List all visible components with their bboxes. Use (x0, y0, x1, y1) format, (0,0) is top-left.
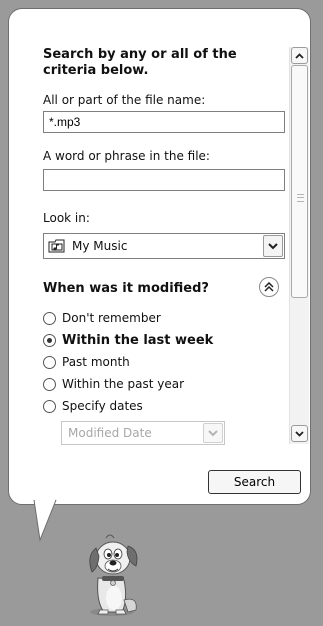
option-label: Specify dates (62, 399, 143, 413)
option-specify-dates[interactable]: Specify dates (43, 397, 143, 415)
option-label: Past month (62, 355, 130, 369)
search-companion-panel: Search by any or all of the criteria bel… (8, 8, 311, 505)
search-criteria-area: Search by any or all of the criteria bel… (35, 33, 309, 445)
filename-input[interactable] (43, 111, 285, 133)
option-dont-remember[interactable]: Don't remember (43, 309, 161, 327)
phrase-label: A word or phrase in the file: (43, 149, 210, 163)
scroll-up-icon[interactable] (291, 47, 308, 64)
option-last-week[interactable]: Within the last week (43, 331, 213, 349)
search-companion-dog-icon[interactable] (78, 526, 148, 618)
lookin-dropdown[interactable]: My Music (43, 233, 285, 259)
speech-bubble-tail (33, 500, 57, 542)
scroll-down-icon[interactable] (291, 425, 308, 442)
folder-music-icon (48, 239, 65, 253)
radio-button-selected[interactable] (43, 333, 56, 347)
option-past-year[interactable]: Within the past year (43, 375, 184, 393)
radio-button[interactable] (43, 311, 56, 325)
modified-date-value: Modified Date (68, 426, 152, 440)
option-label: Within the past year (62, 377, 185, 391)
vertical-scrollbar[interactable] (289, 47, 309, 444)
radio-button[interactable] (43, 399, 56, 413)
search-button[interactable]: Search (208, 470, 301, 494)
chevron-down-icon (203, 423, 223, 443)
option-label: Don't remember (62, 311, 161, 325)
option-past-month[interactable]: Past month (43, 353, 130, 371)
modified-section-title: When was it modified? (43, 281, 209, 296)
radio-button[interactable] (43, 377, 56, 391)
chevron-down-icon[interactable] (263, 235, 283, 257)
lookin-label: Look in: (43, 211, 90, 225)
modified-date-dropdown: Modified Date (61, 421, 225, 445)
criteria-heading: Search by any or all of the criteria bel… (43, 47, 237, 78)
scrollbar-thumb[interactable] (291, 65, 308, 298)
radio-button[interactable] (43, 355, 56, 369)
grip-icon (297, 194, 304, 202)
filename-label: All or part of the file name: (43, 93, 206, 107)
lookin-value: My Music (72, 239, 128, 253)
option-label: Within the last week (62, 332, 214, 348)
phrase-input[interactable] (43, 169, 285, 191)
collapse-section-icon[interactable] (259, 277, 279, 297)
